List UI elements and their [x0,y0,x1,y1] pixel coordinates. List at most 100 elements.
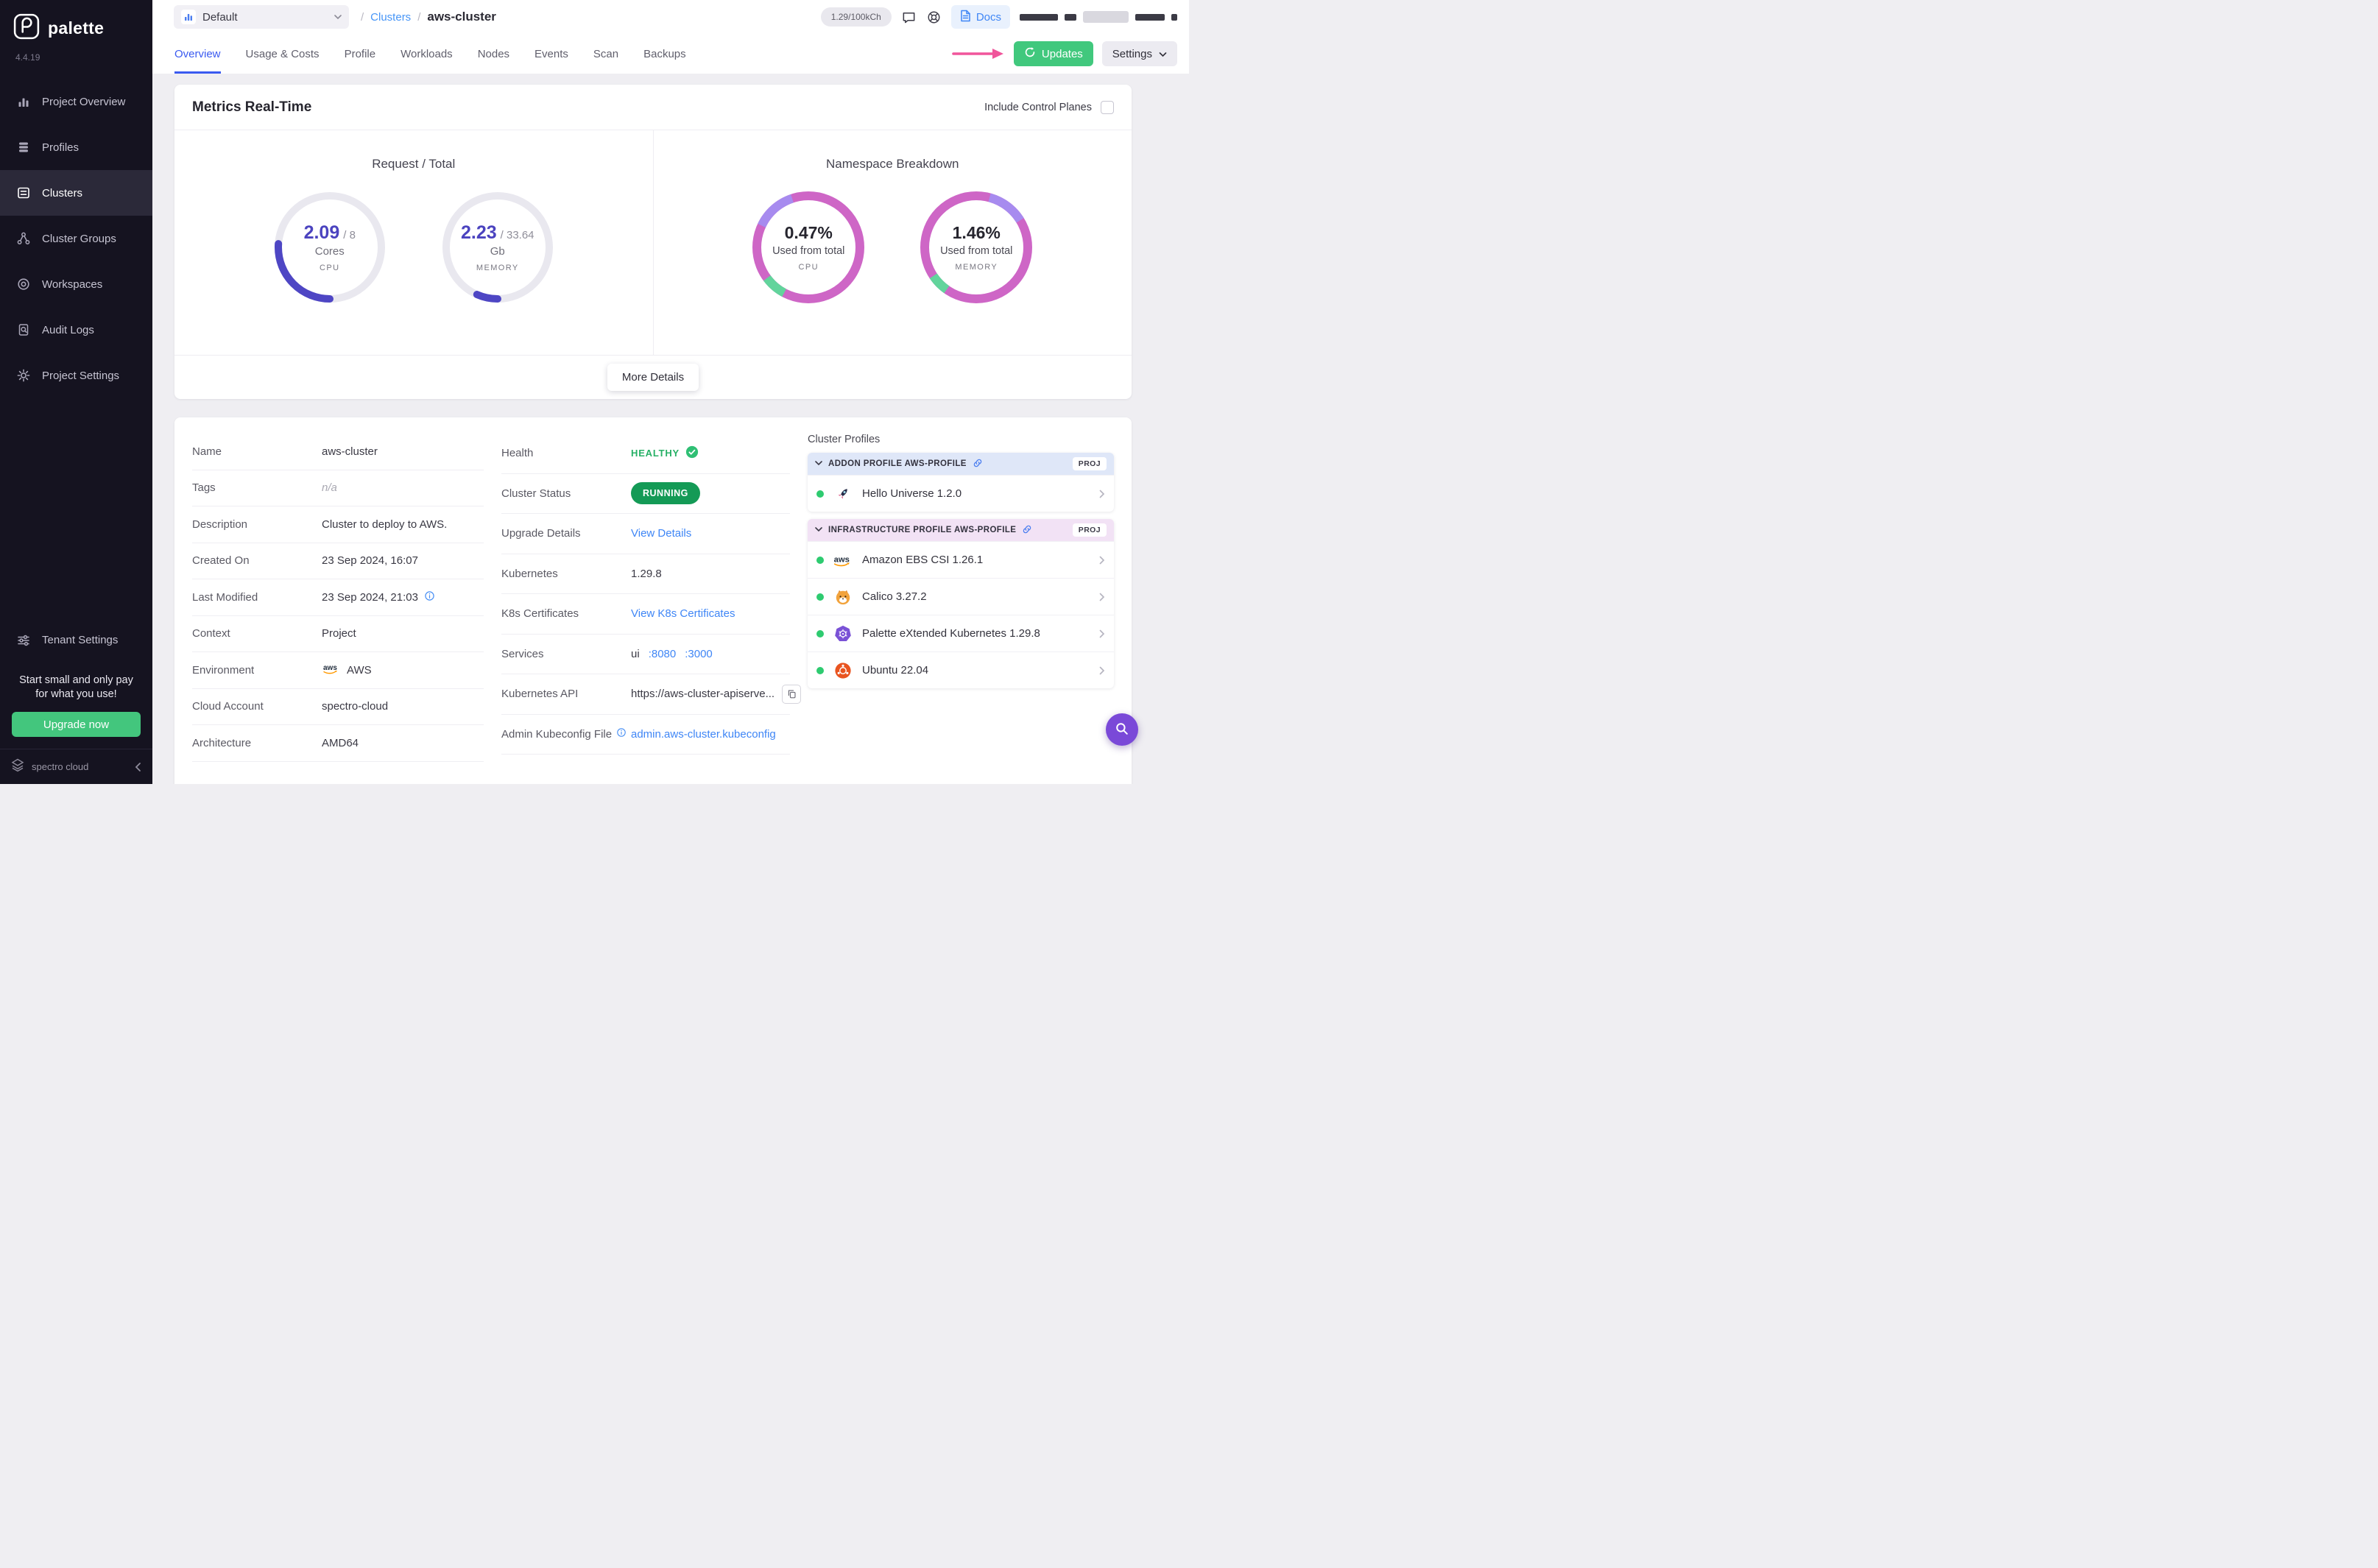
calico-icon [833,588,853,606]
field-row-tags: Tags n/a [192,470,484,506]
tab-backups[interactable]: Backups [643,34,686,74]
sidebar-item-clusters[interactable]: Clusters [0,170,152,216]
running-status-badge[interactable]: RUNNING [631,482,700,505]
sidebar-item-project-settings[interactable]: Project Settings [0,353,152,398]
infrastructure-profile-header[interactable]: INFRASTRUCTURE PROFILE AWS-PROFILE PROJ [808,519,1114,541]
tab-overview[interactable]: Overview [174,34,221,74]
namespace-breakdown-panel: Namespace Breakdown 0.47% Used from tota… [654,130,1132,355]
breadcrumb: / Clusters / aws-cluster [361,10,496,24]
cluster-profiles-column: Cluster Profiles ADDON PROFILE AWS-PROFI… [808,434,1114,784]
project-selector[interactable]: Default [174,5,349,29]
chevron-right-icon [1099,490,1105,498]
field-row-health: Health HEALTHY [501,434,790,474]
view-k8s-certificates-link[interactable]: View K8s Certificates [631,607,735,620]
spectro-cloud-logo-icon [10,757,25,776]
status-dot [816,593,824,601]
sidebar-collapse-button[interactable] [133,762,142,772]
namespace-heading: Namespace Breakdown [826,157,959,171]
more-details-button[interactable]: More Details [607,364,699,391]
breadcrumb-current: aws-cluster [427,10,496,24]
settings-button[interactable]: Settings [1101,41,1177,66]
refresh-icon [1024,46,1036,61]
field-row-kubernetes: Kubernetes 1.29.8 [501,554,790,594]
rocket-icon [833,485,853,503]
sidebar-item-label: Cluster Groups [42,232,116,245]
link-icon[interactable] [1022,524,1032,537]
updates-button-label: Updates [1041,47,1083,60]
svg-text:aws: aws [323,664,337,672]
info-icon[interactable] [424,590,435,604]
field-row-name: Name aws-cluster [192,434,484,470]
chevron-right-icon [1099,556,1105,565]
tab-workloads[interactable]: Workloads [401,34,453,74]
sidebar-item-label: Audit Logs [42,323,94,336]
info-icon[interactable] [616,727,627,741]
sidebar-item-workspaces[interactable]: Workspaces [0,261,152,307]
proj-badge: PROJ [1072,457,1107,470]
redacted-user-info [1020,11,1177,23]
header-actions: 1.29/100kCh Docs [820,5,1177,29]
tab-profile[interactable]: Profile [345,34,376,74]
profile-pack-palette-extended-kubernetes[interactable]: Palette eXtended Kubernetes 1.29.8 [808,615,1114,651]
service-port-3000-link[interactable]: :3000 [685,648,713,660]
include-control-planes-checkbox[interactable] [1101,100,1114,114]
updates-button[interactable]: Updates [1013,41,1093,66]
chevron-down-icon [1159,48,1167,60]
tab-nodes[interactable]: Nodes [478,34,509,74]
view-details-link[interactable]: View Details [631,527,691,540]
sidebar-item-profiles[interactable]: Profiles [0,124,152,170]
addon-profile-header[interactable]: ADDON PROFILE AWS-PROFILE PROJ [808,453,1114,475]
namespace-cpu-donut: 0.47% Used from total CPU [750,189,867,306]
metrics-title: Metrics Real-Time [192,99,312,115]
field-row-environment: Environment aws AWS [192,652,484,689]
sidebar-item-cluster-groups[interactable]: Cluster Groups [0,216,152,261]
chat-icon[interactable] [901,10,917,25]
sidebar-bottom: Tenant Settings Start small and only pay… [0,618,152,784]
infrastructure-profile-group: INFRASTRUCTURE PROFILE AWS-PROFILE PROJ … [808,519,1114,688]
annotation-arrow [952,47,1005,60]
promo-text-line1: Start small and only pay [19,674,133,686]
header: Default / Clusters / aws-cluster 1.29/10… [152,0,1189,74]
profile-pack-hello-universe[interactable]: Hello Universe 1.2.0 [808,475,1114,512]
usage-pill: 1.29/100kCh [820,7,892,27]
docs-button-label: Docs [975,10,1001,24]
chevron-right-icon [1099,593,1105,601]
chevron-right-icon [1099,629,1105,638]
sidebar-item-project-overview[interactable]: Project Overview [0,79,152,124]
layers-icon [16,140,31,155]
field-row-last-modified: Last Modified 23 Sep 2024, 21:03 [192,579,484,616]
cluster-details-card: Name aws-cluster Tags n/a Description Cl… [174,417,1132,784]
copy-button[interactable] [782,684,802,704]
sidebar-item-tenant-settings[interactable]: Tenant Settings [0,618,152,663]
tab-usage-costs[interactable]: Usage & Costs [246,34,320,74]
include-control-planes-label: Include Control Planes [984,101,1092,113]
sidebar: palette 4.4.19 Project Overview Profiles… [0,0,152,784]
profile-pack-amazon-ebs-csi[interactable]: aws Amazon EBS CSI 1.26.1 [808,541,1114,578]
sidebar-item-audit-logs[interactable]: Audit Logs [0,307,152,353]
upgrade-promo: Start small and only pay for what you us… [0,663,152,749]
link-icon[interactable] [973,458,983,470]
docs-button[interactable]: Docs [950,5,1010,29]
service-port-8080-link[interactable]: :8080 [649,648,677,660]
audit-log-icon [16,322,31,337]
sidebar-item-label: Clusters [42,186,83,199]
field-row-cluster-status: Cluster Status RUNNING [501,474,790,514]
profile-pack-ubuntu[interactable]: Ubuntu 22.04 [808,651,1114,688]
palette-logo-icon [13,13,40,43]
breadcrumb-clusters-link[interactable]: Clusters [370,11,411,24]
support-search-fab[interactable] [1106,713,1138,746]
help-icon[interactable] [926,10,942,25]
tab-events[interactable]: Events [534,34,568,74]
field-row-cloud-account: Cloud Account spectro-cloud [192,689,484,725]
status-dot [816,666,824,674]
sliders-icon [16,633,31,648]
cpu-gauge: 2.09/ 8 Cores CPU [272,189,388,306]
profile-pack-calico[interactable]: Calico 3.27.2 [808,578,1114,615]
tab-scan[interactable]: Scan [593,34,618,74]
bar-chart-icon [16,94,31,109]
request-total-panel: Request / Total 2.09/ 8 Cores CPU 2.23 /… [174,130,654,355]
magnifier-icon [1115,721,1129,738]
field-row-services: Services ui :8080 :3000 [501,635,790,674]
kubeconfig-download-link[interactable]: admin.aws-cluster.kubeconfig [631,728,776,741]
upgrade-now-button[interactable]: Upgrade now [12,712,141,737]
